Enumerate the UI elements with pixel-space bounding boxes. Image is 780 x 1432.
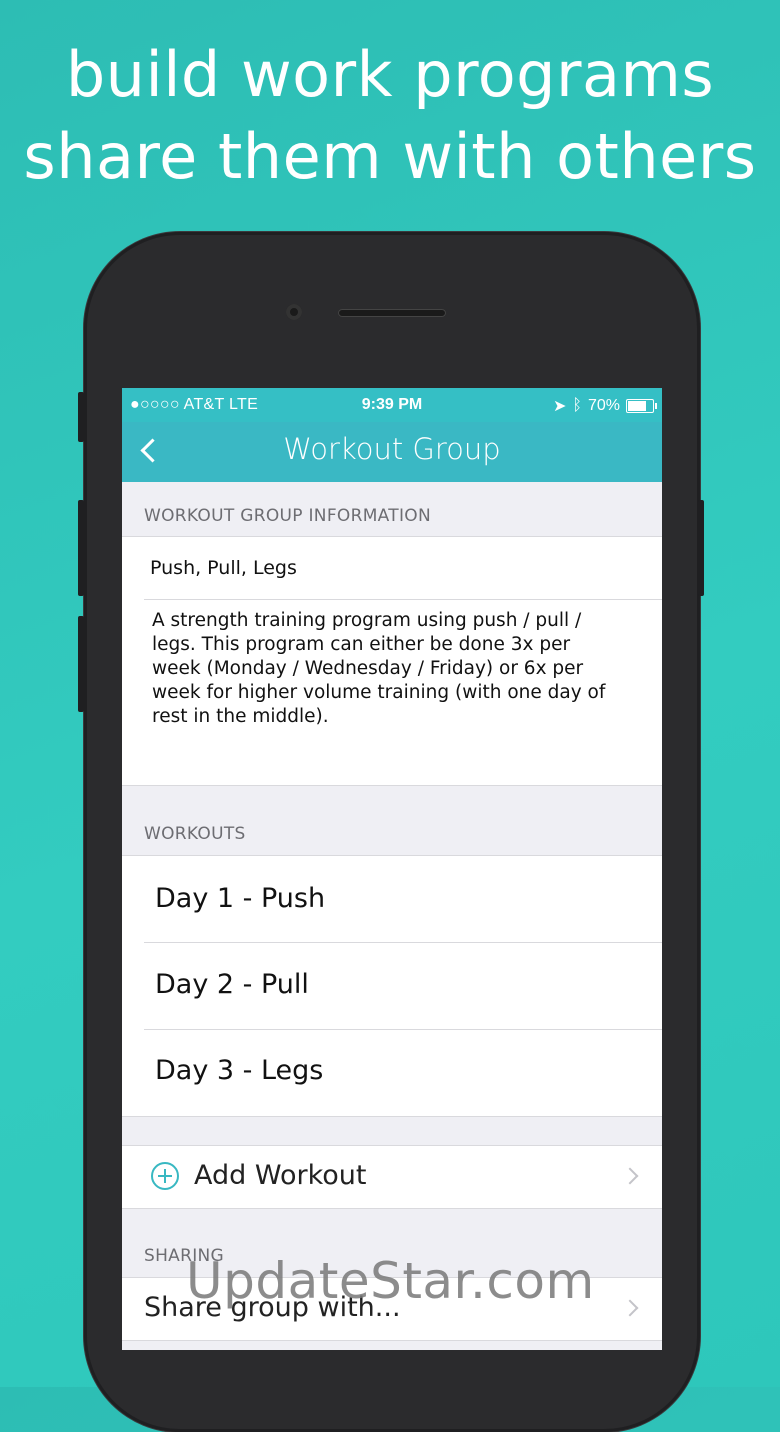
- battery-icon: [626, 399, 657, 413]
- phone-mute-switch: [78, 392, 84, 442]
- list-item-workout-1[interactable]: Day 1 - Push: [122, 856, 662, 942]
- list-item-workout-3[interactable]: Day 3 - Legs: [122, 1028, 662, 1114]
- earpiece-speaker: [338, 309, 446, 317]
- group-name-field[interactable]: Push, Pull, Legs: [122, 537, 662, 599]
- promo-headline-2: share them with others: [23, 120, 757, 193]
- chevron-right-icon: [621, 1167, 639, 1185]
- phone-volume-down: [78, 616, 84, 712]
- plus-circle-icon: [151, 1162, 179, 1190]
- list-item-workout-2[interactable]: Day 2 - Pull: [122, 942, 662, 1028]
- bluetooth-icon: ᛒ: [572, 397, 582, 414]
- add-workout-button[interactable]: Add Workout: [122, 1145, 662, 1209]
- navigation-bar: Workout Group: [122, 422, 662, 482]
- section-header-workouts: WORKOUTS: [144, 824, 246, 844]
- front-camera: [286, 304, 302, 320]
- promo-headline-1: build work programs: [65, 38, 715, 111]
- workouts-list: Day 1 - Push Day 2 - Pull Day 3 - Legs: [122, 855, 662, 1117]
- phone-power-button: [698, 500, 704, 596]
- section-header-info: WORKOUT GROUP INFORMATION: [144, 506, 431, 526]
- phone-volume-up: [78, 500, 84, 596]
- watermark: UpdateStar.com: [186, 1252, 595, 1310]
- status-right-group: ➤ ᛒ 70%: [552, 396, 657, 416]
- location-arrow-icon: ➤: [552, 398, 567, 415]
- status-bar: ●○○○○ AT&T LTE 9:39 PM ➤ ᛒ 70%: [122, 388, 662, 422]
- page-title: Workout Group: [283, 432, 501, 466]
- group-description-field[interactable]: A strength training program using push /…: [122, 599, 662, 729]
- info-group: Push, Pull, Legs A strength training pro…: [122, 536, 662, 786]
- chevron-right-icon: [621, 1299, 639, 1317]
- battery-percent: 70%: [587, 397, 620, 414]
- add-workout-label: Add Workout: [194, 1160, 367, 1191]
- app-screen: ●○○○○ AT&T LTE 9:39 PM ➤ ᛒ 70% Workout G…: [122, 388, 662, 1350]
